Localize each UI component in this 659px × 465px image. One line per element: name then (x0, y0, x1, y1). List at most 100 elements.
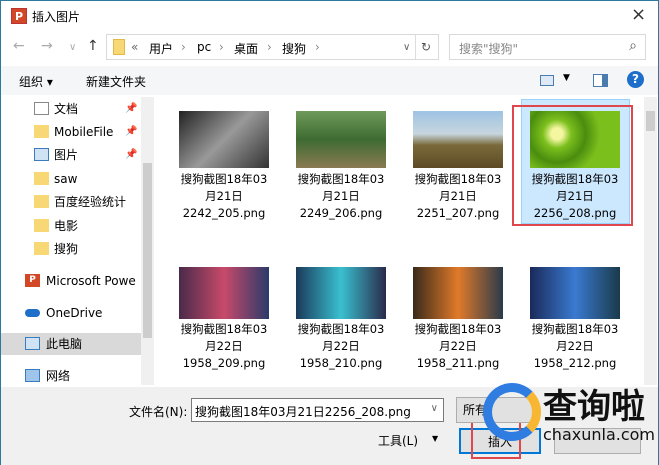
network-icon (25, 369, 40, 382)
powerpoint-icon: P (25, 274, 40, 287)
computer-icon (25, 337, 40, 350)
watermark-url: chaxunla.com (543, 425, 655, 444)
view-dropdown-icon[interactable]: ▼ (563, 73, 570, 83)
sidebar-item-powerpoint[interactable]: P Microsoft Powe (1, 270, 141, 292)
label: saw (54, 172, 78, 186)
refresh-icon[interactable]: ↻ (421, 40, 431, 54)
back-button[interactable]: ← (13, 38, 25, 54)
filename-input[interactable]: 搜狗截图18年03月21日2256_208.png ∨ (191, 398, 444, 422)
file-list-scrollbar[interactable] (644, 97, 657, 385)
crumb-desktop[interactable]: 桌面 (234, 40, 258, 57)
crumb-sougou[interactable]: 搜狗 (282, 40, 306, 57)
new-folder-button[interactable]: 新建文件夹 (86, 73, 146, 90)
watermark-logo-icon (483, 383, 541, 441)
navigation-pane: 文档 📌 MobileFile 📌 图片 📌 saw 百度经验统计 电影 搜狗 P Mi… (1, 97, 141, 385)
close-icon[interactable]: × (631, 4, 646, 25)
filename-label: 文件名(N): (129, 405, 188, 419)
insert-picture-dialog: P 插入图片 × ← → ∨ ↑ « 用户 › pc › 桌面 › 搜狗 › ∨… (0, 0, 659, 465)
scroll-thumb[interactable] (646, 111, 655, 131)
folder-icon (34, 172, 49, 185)
address-dropdown[interactable]: ∨ (403, 42, 410, 53)
folder-icon (34, 195, 49, 208)
file-thumbnail[interactable] (530, 111, 620, 168)
search-placeholder: 搜索"搜狗" (459, 42, 519, 56)
filename-value: 搜狗截图18年03月21日2256_208.png (195, 405, 411, 419)
label: 文档 (54, 102, 79, 116)
watermark-text: 查询啦 (543, 387, 645, 427)
label: 百度经验统计 (54, 195, 127, 209)
pin-icon[interactable]: 📌 (125, 98, 137, 120)
watermark: 查询啦 chaxunla.com (479, 379, 655, 449)
preview-pane-icon[interactable] (593, 74, 608, 87)
search-icon[interactable]: ⌕ (629, 38, 637, 54)
file-name[interactable]: 搜狗截图18年03 月21日 2242_205.png (169, 171, 279, 222)
scroll-thumb[interactable] (143, 163, 152, 338)
dialog-title: 插入图片 (32, 10, 81, 24)
pin-icon[interactable]: 📌 (125, 144, 137, 166)
title-bar: P 插入图片 × (1, 1, 658, 31)
search-input[interactable]: 搜索"搜狗" ⌕ (449, 34, 646, 60)
label: Microsoft Powe (46, 274, 136, 288)
sidebar-item-sougou[interactable]: 搜狗 (1, 238, 141, 260)
file-thumbnail[interactable] (413, 111, 503, 168)
document-icon (34, 102, 49, 115)
file-thumbnail[interactable] (296, 267, 386, 319)
crumb-pc[interactable]: pc (197, 40, 211, 54)
recent-locations-button[interactable]: ∨ (69, 42, 76, 53)
file-thumbnail[interactable] (413, 267, 503, 319)
label: 网络 (46, 369, 71, 383)
crumb-separator[interactable]: › (219, 40, 224, 54)
crumb-separator[interactable]: › (315, 40, 320, 54)
crumb-separator[interactable]: › (267, 40, 272, 54)
view-icon[interactable] (540, 75, 554, 86)
pin-icon[interactable]: 📌 (125, 121, 137, 143)
crumb-users[interactable]: 用户 (149, 40, 173, 57)
label: 搜狗 (54, 242, 79, 256)
sidebar-item-saw[interactable]: saw (1, 168, 141, 190)
folder-icon (34, 125, 49, 138)
crumb-separator[interactable]: › (181, 40, 186, 54)
help-icon[interactable]: ? (627, 71, 644, 88)
command-bar: 组织 ▾ 新建文件夹 ▼ ? (1, 66, 658, 95)
organize-button[interactable]: 组织 ▾ (19, 73, 53, 90)
powerpoint-icon: P (11, 8, 27, 24)
folder-icon (34, 242, 49, 255)
forward-button[interactable]: → (41, 38, 53, 54)
file-name[interactable]: 搜狗截图18年03 月21日 2251_207.png (403, 171, 513, 222)
file-list: 搜狗截图18年03 月21日 2242_205.png 搜狗截图18年03 月21日 2… (154, 97, 644, 385)
sidebar-item-documents[interactable]: 文档 📌 (1, 98, 141, 120)
sidebar-item-movies[interactable]: 电影 (1, 215, 141, 237)
sidebar-item-baidu[interactable]: 百度经验统计 (1, 191, 141, 213)
file-name[interactable]: 搜狗截图18年03 月22日 1958_210.png (286, 321, 396, 372)
folder-icon (34, 219, 49, 232)
label: 电影 (54, 219, 79, 233)
sidebar-item-this-pc[interactable]: 此电脑 (1, 333, 141, 355)
chevron-down-icon[interactable]: ∨ (431, 403, 438, 414)
file-name[interactable]: 搜狗截图18年03 月22日 1958_211.png (403, 321, 513, 372)
sidebar-item-network[interactable]: 网络 (1, 365, 141, 387)
sidebar-item-mobilefile[interactable]: MobileFile 📌 (1, 121, 141, 143)
cloud-icon (25, 309, 40, 317)
file-thumbnail[interactable] (179, 111, 269, 168)
up-button[interactable]: ↑ (87, 38, 99, 54)
label: OneDrive (46, 306, 103, 320)
divider (415, 35, 416, 59)
file-name[interactable]: 搜狗截图18年03 月22日 1958_212.png (520, 321, 630, 372)
label: 图片 (54, 148, 79, 162)
sidebar-item-onedrive[interactable]: OneDrive (1, 302, 141, 324)
tools-dropdown-icon[interactable]: ▼ (432, 434, 438, 443)
file-name[interactable]: 搜狗截图18年03 月22日 1958_209.png (169, 321, 279, 372)
overflow-chevron[interactable]: « (131, 40, 138, 54)
tools-button[interactable]: 工具(L) (378, 432, 418, 449)
label: 此电脑 (46, 337, 83, 351)
sidebar-scrollbar[interactable] (141, 97, 154, 385)
address-bar[interactable]: « 用户 › pc › 桌面 › 搜狗 › ∨ ↻ (106, 34, 439, 60)
file-thumbnail[interactable] (296, 111, 386, 168)
file-thumbnail[interactable] (530, 267, 620, 319)
pictures-icon (34, 148, 49, 161)
file-thumbnail[interactable] (179, 267, 269, 319)
file-name-selected[interactable]: 搜狗截图18年03 月21日 2256_208.png (520, 171, 630, 222)
folder-icon (113, 39, 125, 55)
sidebar-item-pictures[interactable]: 图片 📌 (1, 144, 141, 166)
file-name[interactable]: 搜狗截图18年03 月21日 2249_206.png (286, 171, 396, 222)
